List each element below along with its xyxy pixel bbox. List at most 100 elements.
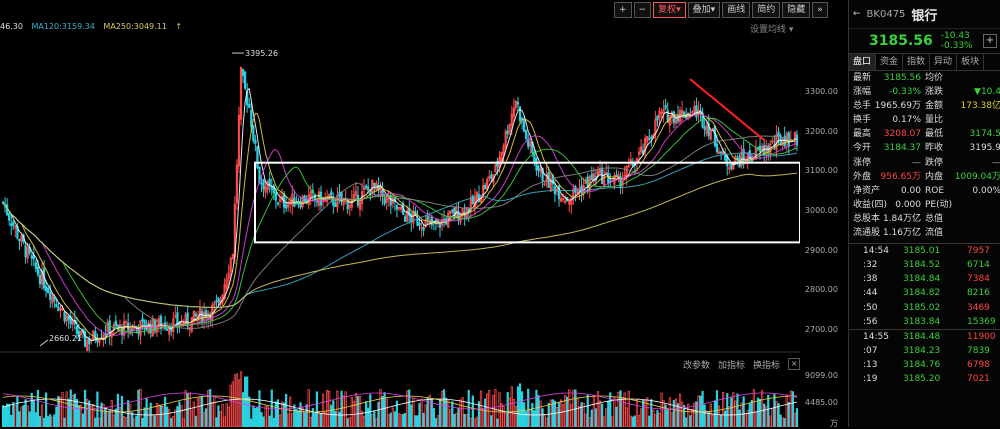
quote-value: 0.00	[901, 184, 921, 198]
volume-bar	[54, 415, 55, 427]
volume-bar	[376, 419, 377, 427]
volume-bar	[761, 391, 762, 427]
volume-bar	[720, 415, 721, 427]
candle-body	[257, 147, 258, 168]
volume-bar	[774, 394, 775, 427]
volume-bar	[13, 402, 14, 427]
tab-quote[interactable]: 盘口	[849, 54, 876, 70]
tab-movement[interactable]: 异动	[930, 54, 957, 70]
quote-label: 今开	[853, 141, 871, 155]
candle-body	[132, 329, 133, 330]
switch-indicator-button[interactable]: 换指标	[753, 358, 780, 371]
volume-bar	[302, 408, 303, 427]
volume-bar	[710, 404, 711, 427]
volume-bar	[780, 415, 781, 427]
volume-bar	[158, 405, 159, 427]
quote-label: 涨幅	[853, 85, 871, 99]
candle-body	[452, 210, 453, 211]
volume-bar	[796, 409, 797, 427]
candle-body	[8, 214, 9, 221]
close-indicator-icon[interactable]: ×	[788, 358, 800, 370]
volume-bar	[634, 416, 635, 427]
quote-value: 3185.56	[884, 71, 921, 85]
volume-bar	[649, 416, 650, 427]
volume-bar	[702, 391, 703, 427]
volume-bar	[735, 401, 736, 427]
volume-bar	[267, 407, 268, 427]
volume-bar	[794, 413, 795, 427]
ma-line	[3, 153, 797, 307]
volume-bar	[386, 399, 387, 427]
candle-body	[35, 263, 36, 269]
candle-body	[13, 222, 14, 226]
tick-list[interactable]: 14:543185.017957:323184.526714:383184.84…	[849, 243, 1000, 386]
add-indicator-button[interactable]: 加指标	[718, 358, 745, 371]
volume-bar	[616, 407, 617, 427]
volume-bar	[788, 402, 789, 427]
volume-bar	[786, 395, 787, 427]
volume-bar	[472, 396, 473, 427]
candle-body	[11, 224, 12, 226]
candle-body	[49, 293, 50, 300]
volume-bar	[411, 405, 412, 427]
quote-label: 量比	[925, 113, 943, 127]
volume-bar	[349, 418, 350, 427]
quote-row: 涨幅-0.33%涨跌▼10.4	[849, 85, 1000, 99]
volume-bar	[431, 400, 432, 427]
tab-index[interactable]: 指数	[903, 54, 930, 70]
add-watchlist-button[interactable]: +	[983, 34, 997, 48]
volume-bar	[370, 395, 371, 427]
tick-volume: 7839	[967, 344, 990, 358]
candle-body	[218, 298, 219, 302]
quote-label: 内盘	[925, 170, 943, 184]
volume-bar	[667, 409, 668, 427]
ma-line	[3, 118, 797, 332]
tick-volume: 6798	[967, 358, 990, 372]
volume-bar	[675, 399, 676, 427]
candle-body	[255, 140, 256, 144]
volume-bar	[181, 406, 182, 427]
volume-bar	[626, 408, 627, 427]
volume-bar	[43, 418, 44, 427]
volume-bar	[521, 392, 522, 427]
volume-bar	[445, 398, 446, 427]
volume-bar	[669, 398, 670, 427]
volume-bar	[210, 389, 211, 427]
tick-time: :44	[863, 286, 877, 300]
candle-body	[195, 314, 196, 316]
tick-volume: 6714	[967, 258, 990, 272]
volume-bar	[367, 408, 368, 427]
volume-bar	[132, 413, 133, 427]
volume-bar	[130, 405, 131, 427]
volume-bar	[657, 411, 658, 427]
volume-bar	[322, 394, 323, 427]
price-tick: 3200.00	[805, 127, 838, 136]
volume-bar	[318, 412, 319, 427]
volume-bar	[279, 415, 280, 427]
kline-chart-area[interactable]: 46.30 MA120:3159.34 MA250:3049.11 ↑ + − …	[0, 0, 848, 427]
candle-body	[608, 173, 609, 184]
quote-label: 均价	[925, 71, 943, 85]
volume-bar	[437, 416, 438, 427]
indicator-toolbar: 改参数 加指标 换指标 ×	[683, 358, 800, 371]
volume-bar	[747, 410, 748, 427]
quote-label: 涨跌	[925, 85, 943, 99]
volume-bar	[581, 403, 582, 427]
back-icon[interactable]: ←	[853, 9, 861, 19]
volume-bar	[246, 377, 247, 427]
volume-bar	[538, 396, 539, 427]
edit-params-button[interactable]: 改参数	[683, 358, 710, 371]
volume-bar	[495, 389, 496, 427]
tab-funds[interactable]: 资金	[876, 54, 903, 70]
quote-row: 今开3184.37昨收3195.9	[849, 141, 1000, 155]
volume-bar	[587, 395, 588, 427]
volume-bar	[394, 412, 395, 427]
tick-row: :503185.023469	[849, 301, 1000, 315]
candle-body	[47, 288, 48, 293]
volume-bar	[351, 397, 352, 427]
candle-body	[296, 203, 297, 204]
volume-bar	[501, 404, 502, 427]
tab-sector[interactable]: 板块	[957, 54, 984, 70]
volume-bar	[503, 407, 504, 427]
volume-bar	[205, 409, 206, 427]
